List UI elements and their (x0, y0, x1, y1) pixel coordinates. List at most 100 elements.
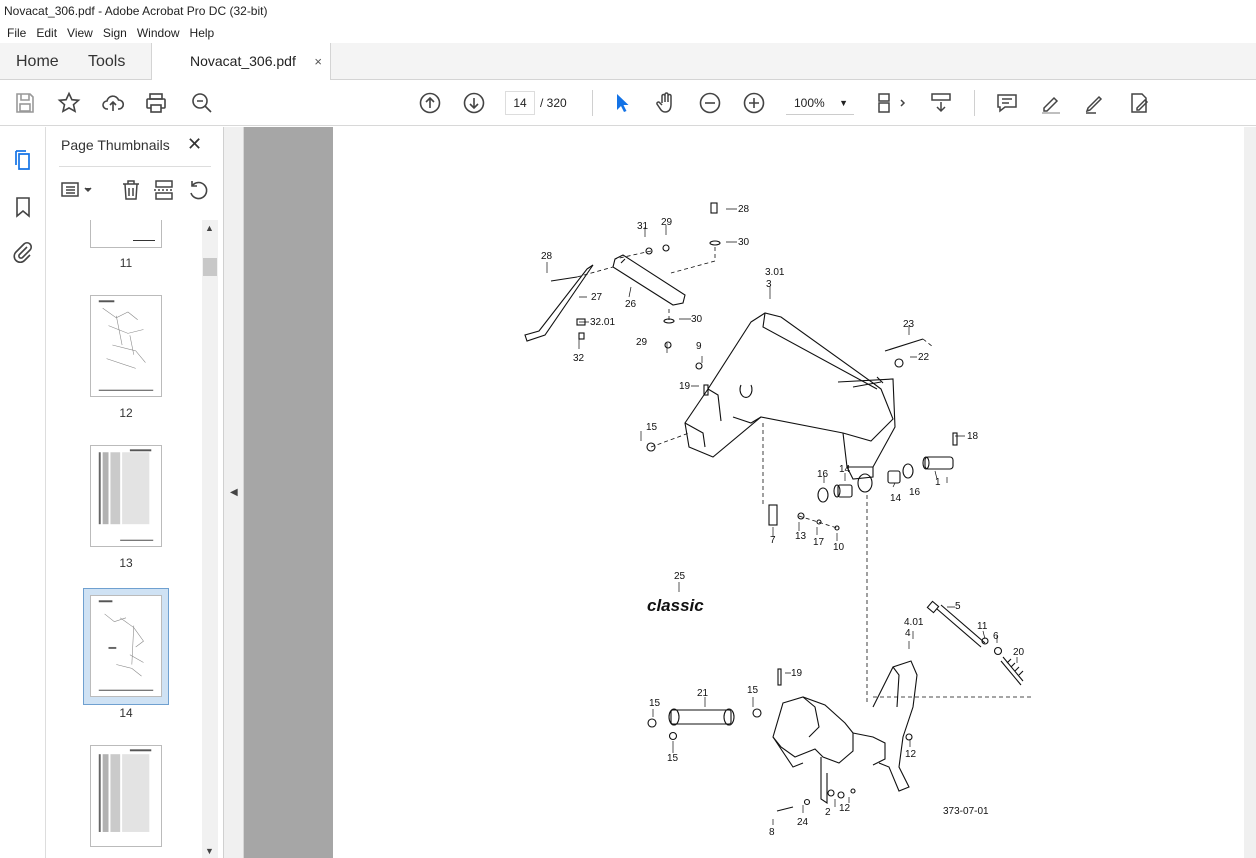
toolbar: 14 / 320 100% ▼ (0, 80, 1256, 126)
menu-bar: File Edit View Sign Window Help (0, 22, 1256, 43)
page-thumbnails-icon[interactable] (11, 148, 35, 172)
zoom-search-icon[interactable] (189, 90, 215, 116)
delete-page-icon[interactable] (119, 178, 143, 202)
menu-view[interactable]: View (62, 26, 98, 40)
highlight-pen-icon[interactable] (1038, 90, 1064, 116)
menu-window[interactable]: Window (132, 26, 185, 40)
panel-divider (59, 166, 211, 167)
callout: 11 (977, 621, 988, 632)
panel-splitter[interactable]: ◀ (224, 127, 244, 858)
callout: 20 (1013, 647, 1025, 658)
callout: 15 (667, 753, 679, 764)
edit-document-icon[interactable] (1126, 90, 1152, 116)
thumbnail-page-14[interactable] (90, 595, 162, 697)
attachments-icon[interactable] (11, 240, 35, 264)
scroll-up-icon[interactable]: ▲ (205, 223, 214, 233)
scrollbar-thumb[interactable] (203, 258, 217, 276)
close-panel-button[interactable]: ✕ (187, 134, 202, 155)
thumbnail-page-11[interactable] (90, 220, 162, 248)
thumbnail-page-12[interactable] (90, 295, 162, 397)
callout: 25 (674, 571, 686, 582)
thumbnail-label: 14 (119, 706, 133, 720)
pdf-page: 28 31 29 30 3.01 3 28 27 26 32.01 32 30 … (333, 127, 1244, 858)
fit-page-icon[interactable] (873, 90, 909, 116)
callout: 9 (696, 341, 702, 352)
document-tab-label: Novacat_306.pdf (190, 53, 296, 69)
toolbar-divider (974, 90, 975, 116)
callout: 12 (839, 803, 851, 814)
menu-edit[interactable]: Edit (31, 26, 62, 40)
comment-icon[interactable] (994, 90, 1020, 116)
callout: 27 (591, 292, 603, 303)
collapse-panel-icon[interactable]: ◀ (230, 487, 238, 498)
left-rail (0, 127, 46, 858)
tab-home[interactable]: Home (16, 43, 59, 80)
callout: 19 (679, 381, 691, 392)
callout: 22 (918, 352, 930, 363)
window-title: Novacat_306.pdf - Adobe Acrobat Pro DC (… (0, 0, 1256, 22)
parts-diagram: 28 31 29 30 3.01 3 28 27 26 32.01 32 30 … (524, 202, 1033, 838)
drawing-number: 373-07-01 (943, 806, 989, 817)
callout: 19 (791, 668, 803, 679)
thumbnail-label: 11 (119, 256, 133, 270)
thumbnail-page-13[interactable] (90, 445, 162, 547)
zoom-level-select[interactable]: 100% ▼ (786, 91, 854, 115)
menu-help[interactable]: Help (185, 26, 220, 40)
callout: 23 (903, 319, 915, 330)
bookmarks-icon[interactable] (11, 195, 35, 219)
bookmark-star-icon[interactable] (56, 90, 82, 116)
zoom-in-icon[interactable] (741, 90, 767, 116)
callout: 29 (661, 217, 673, 228)
page-number-input[interactable]: 14 (505, 91, 535, 115)
hand-tool-icon[interactable] (653, 90, 679, 116)
callout: 14 (839, 464, 851, 475)
rotate-page-icon[interactable] (186, 178, 210, 202)
tab-document[interactable]: Novacat_306.pdf × (151, 43, 331, 81)
brand-label: classic (647, 596, 704, 615)
callout: 15 (747, 685, 759, 696)
callout: 16 (909, 487, 921, 498)
save-icon[interactable] (12, 90, 38, 116)
toolbar-divider (592, 90, 593, 116)
zoom-level-value: 100% (794, 96, 825, 110)
previous-page-icon[interactable] (417, 90, 443, 116)
callout: 8 (769, 827, 775, 838)
callout: 14 (890, 493, 902, 504)
callout: 24 (797, 817, 809, 828)
callout: 32.01 (590, 317, 615, 328)
callout: 28 (541, 251, 553, 262)
close-tab-button[interactable]: × (314, 43, 322, 80)
callout: 30 (738, 237, 750, 248)
callout: 12 (905, 749, 917, 760)
thumbnail-label: 12 (119, 406, 133, 420)
scroll-mode-icon[interactable] (928, 90, 954, 116)
callout: 31 (637, 221, 649, 232)
thumbnail-options-icon[interactable] (60, 178, 94, 202)
callout: 26 (625, 299, 637, 310)
document-scrollbar[interactable] (1244, 127, 1256, 858)
menu-file[interactable]: File (2, 26, 31, 40)
callout: 1 (935, 477, 941, 488)
callout: 17 (813, 537, 825, 548)
callout: 3.01 (765, 267, 785, 278)
callout: 32 (573, 353, 585, 364)
callout: 2 (825, 807, 831, 818)
select-cursor-icon[interactable] (609, 90, 635, 116)
next-page-icon[interactable] (461, 90, 487, 116)
extract-pages-icon[interactable] (152, 178, 176, 202)
callout: 15 (649, 698, 661, 709)
thumbnail-page-15[interactable] (90, 745, 162, 847)
scroll-down-icon[interactable]: ▼ (205, 846, 214, 856)
tab-tools[interactable]: Tools (88, 43, 125, 80)
document-viewer[interactable]: 28 31 29 30 3.01 3 28 27 26 32.01 32 30 … (244, 127, 1244, 858)
upload-cloud-icon[interactable] (100, 90, 126, 116)
sign-icon[interactable] (1082, 90, 1108, 116)
page-total: / 320 (540, 96, 567, 110)
callout: 5 (955, 601, 961, 612)
zoom-out-icon[interactable] (697, 90, 723, 116)
menu-sign[interactable]: Sign (98, 26, 132, 40)
callout: 29 (636, 337, 648, 348)
callout: 7 (770, 535, 776, 546)
print-icon[interactable] (143, 90, 169, 116)
thumbnail-scrollbar[interactable]: ▲ ▼ (202, 220, 218, 858)
